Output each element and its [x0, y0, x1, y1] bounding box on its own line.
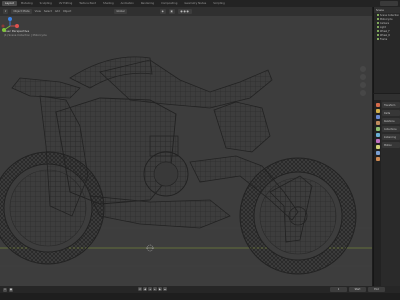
- wireframe-model: [0, 56, 372, 275]
- keying-icon[interactable]: ●: [9, 287, 13, 292]
- status-bar: [0, 293, 400, 300]
- add-menu[interactable]: Add: [55, 10, 60, 13]
- properties-tab-icon[interactable]: [375, 145, 380, 149]
- object-icon: [377, 30, 379, 32]
- workspace-tab-modeling[interactable]: Modeling: [18, 1, 36, 6]
- viewport-header: ▾ Object Mode View Select Add Object Glo…: [0, 7, 372, 16]
- outliner-panel: Scene Scene Collection Motorcycle Camera Li…: [373, 7, 400, 93]
- timeline-menu-icon[interactable]: ▾: [3, 287, 7, 292]
- outliner-row-label: Frame: [380, 37, 388, 41]
- xray-toggle[interactable]: ▣: [168, 9, 175, 14]
- pan-hand-icon[interactable]: [360, 74, 366, 80]
- properties-tab-icon[interactable]: [375, 133, 380, 137]
- mode-dropdown[interactable]: Object Mode: [11, 9, 32, 14]
- play-icon[interactable]: ▸: [153, 287, 157, 291]
- shading-modes[interactable]: ● ● ●: [177, 9, 192, 14]
- jump-end-icon[interactable]: ⏭: [163, 287, 167, 291]
- object-icon: [377, 38, 379, 40]
- workspace-tab-scripting[interactable]: Scripting: [210, 1, 228, 6]
- properties-tab-icon[interactable]: [375, 127, 380, 131]
- view-menu[interactable]: View: [35, 10, 41, 13]
- properties-tab-icon[interactable]: [375, 109, 380, 113]
- workspace-tab-geometry-nodes[interactable]: Geometry Nodes: [181, 1, 209, 6]
- properties-tab-icon[interactable]: [375, 151, 380, 155]
- properties-panel-header[interactable]: Motion: [382, 142, 400, 148]
- end-frame-field[interactable]: End: [368, 287, 385, 292]
- properties-panel-header[interactable]: Instancing: [382, 134, 400, 140]
- navigation-gizmo[interactable]: [0, 16, 20, 36]
- properties-tabs: [374, 100, 381, 286]
- 3d-cursor: [146, 244, 154, 252]
- workspace-tab-animation[interactable]: Animation: [118, 1, 137, 6]
- viewport-nav-buttons: [360, 66, 366, 96]
- workspace-tab-texture-paint[interactable]: Texture Paint: [76, 1, 99, 6]
- properties-panel-header[interactable]: Relations: [382, 118, 400, 124]
- workspace-tab-compositing[interactable]: Compositing: [158, 1, 180, 6]
- properties-panel-header[interactable]: Delta: [382, 110, 400, 116]
- object-menu[interactable]: Object: [63, 10, 71, 13]
- properties-tab-icon[interactable]: [375, 103, 380, 107]
- workspace-tab-shading[interactable]: Shading: [100, 1, 117, 6]
- play-reverse-icon[interactable]: ◂: [148, 287, 152, 291]
- workspace-tab-uv-editing[interactable]: UV Editing: [56, 1, 76, 6]
- playback-controls: ⏮ ◀ ◂ ▸ ▶ ⏭: [138, 287, 167, 291]
- properties-tab-icon[interactable]: [375, 157, 380, 161]
- outliner-row-label: Wheel_R: [380, 33, 390, 37]
- transform-orientation-dropdown[interactable]: Global: [114, 9, 127, 14]
- overlay-toggle[interactable]: ◉: [159, 9, 166, 14]
- engine: [143, 135, 189, 197]
- editor-type-button[interactable]: ▾: [3, 9, 9, 14]
- outliner-row-label: Scene Collection: [380, 13, 400, 17]
- outliner-row-label: Wheel_F: [380, 29, 390, 33]
- properties-panel-header[interactable]: Collections: [382, 126, 400, 132]
- outliner-row[interactable]: Frame: [374, 37, 400, 41]
- outliner-row-label: Motorcycle: [380, 17, 393, 21]
- jump-start-icon[interactable]: ⏮: [138, 287, 142, 291]
- properties-panel-header[interactable]: Transform: [382, 102, 400, 108]
- 3d-viewport[interactable]: User Perspective (1) Scene Collection | …: [0, 16, 372, 286]
- workspace-tab-sculpting[interactable]: Sculpting: [37, 1, 55, 6]
- prev-key-icon[interactable]: ◀: [143, 287, 147, 291]
- camera-icon[interactable]: [360, 82, 366, 88]
- properties-tab-icon[interactable]: [375, 121, 380, 125]
- next-key-icon[interactable]: ▶: [158, 287, 162, 291]
- start-frame-field[interactable]: Start: [349, 287, 366, 292]
- frame-range: 1 Start End: [330, 287, 385, 292]
- outliner-row-label: Light: [380, 25, 386, 29]
- object-icon: [377, 22, 379, 24]
- grid-icon[interactable]: [360, 90, 366, 96]
- object-icon: [377, 26, 379, 28]
- properties-tab-icon[interactable]: [375, 115, 380, 119]
- workspace-tab-rendering[interactable]: Rendering: [138, 1, 157, 6]
- workspace-tab-layout[interactable]: Layout: [2, 1, 17, 6]
- object-icon: [377, 34, 379, 36]
- zoom-icon[interactable]: [360, 66, 366, 72]
- workspace-bar: Layout Modeling Sculpting UV Editing Texture…: [0, 0, 400, 7]
- current-frame-field[interactable]: 1: [330, 287, 347, 292]
- select-menu[interactable]: Select: [44, 10, 52, 13]
- scene-selector[interactable]: [380, 1, 398, 6]
- properties-tab-icon[interactable]: [375, 139, 380, 143]
- outliner-row-label: Camera: [380, 21, 390, 25]
- properties-panel: Transform Delta Relations Collections Instan…: [373, 94, 400, 286]
- object-icon: [377, 18, 379, 20]
- object-icon: [377, 14, 379, 16]
